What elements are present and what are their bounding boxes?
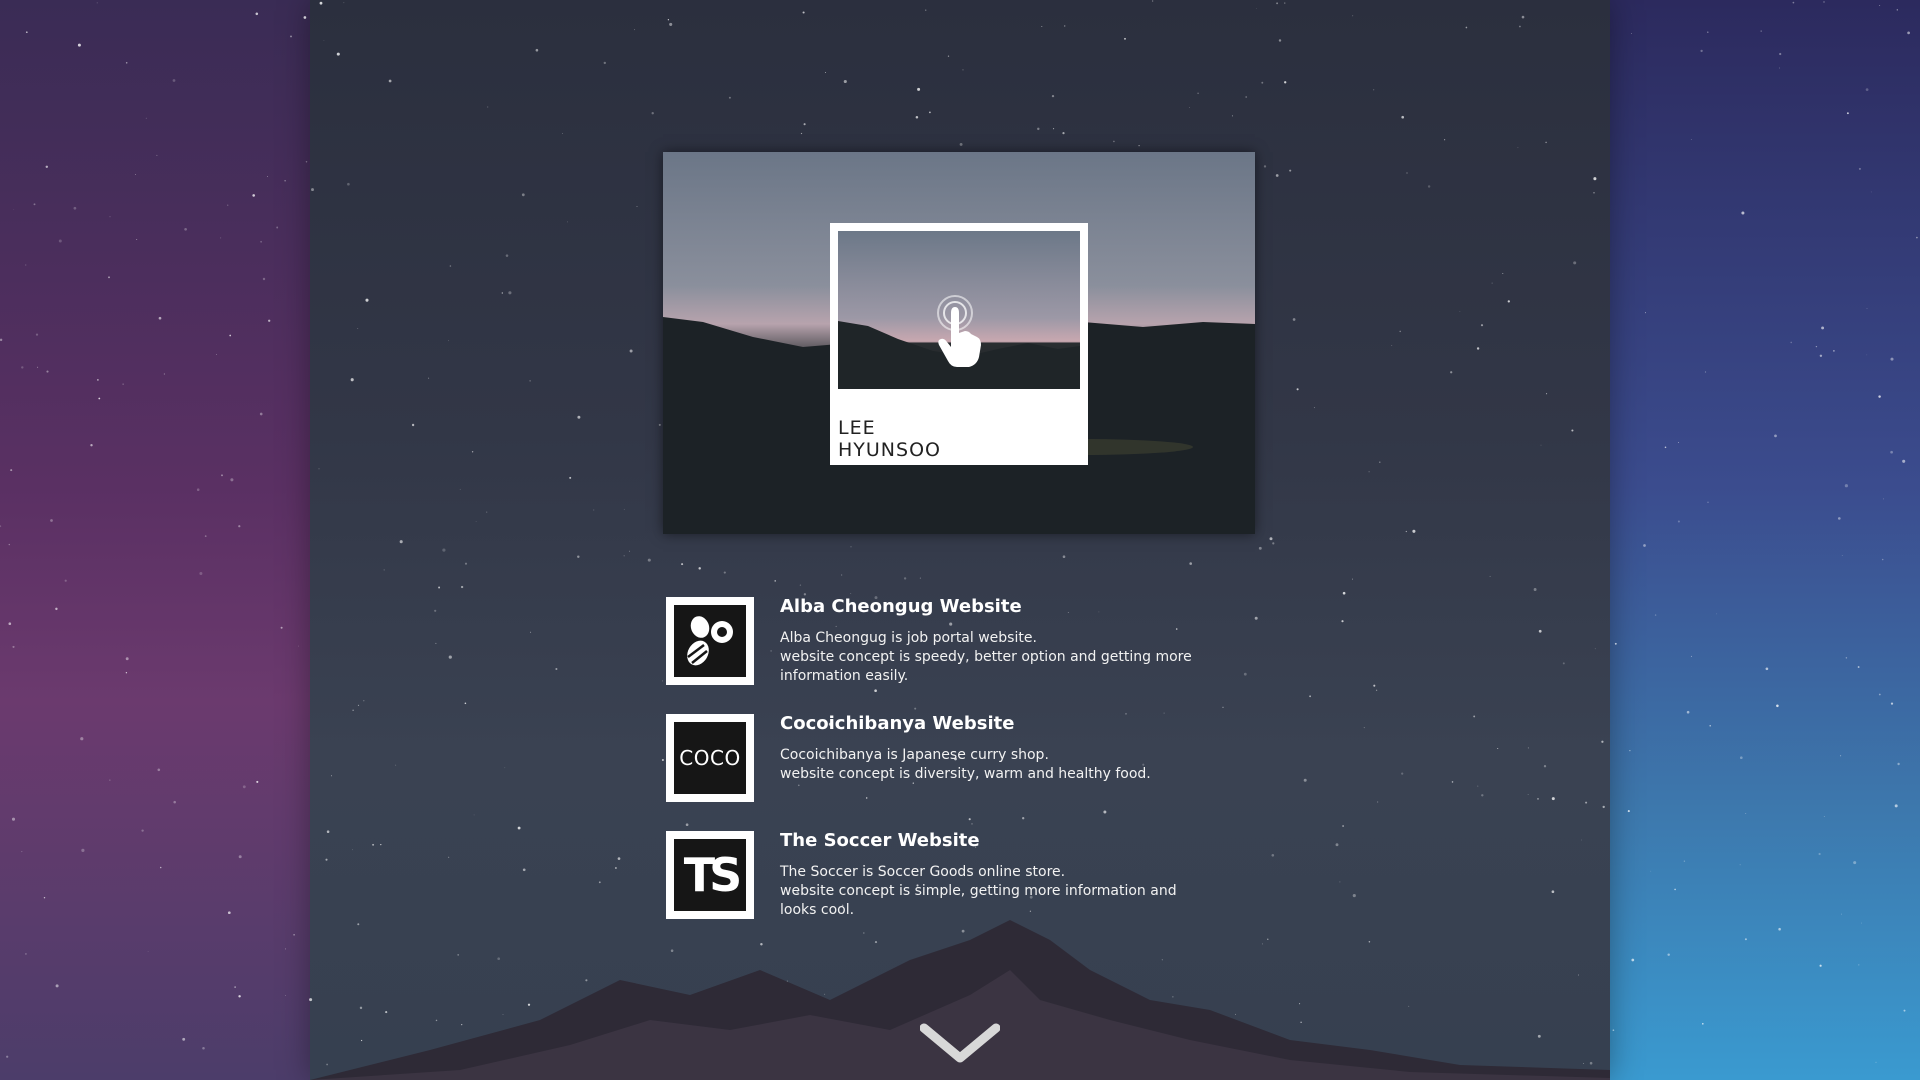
project-title[interactable]: The Soccer Website	[780, 829, 1200, 853]
project-desc-line: information easily.	[780, 668, 909, 684]
alba-logo-icon[interactable]	[666, 597, 754, 685]
profile-name: LEE HYUNSOO	[838, 417, 941, 461]
coco-logo-text: COCO	[679, 746, 741, 770]
project-desc-line: The Soccer is Soccer Goods online store.	[780, 864, 1066, 880]
ts-logo[interactable]: TS	[666, 831, 754, 919]
profile-name-line2: HYUNSOO	[838, 439, 941, 461]
project-desc-line: looks cool.	[780, 902, 855, 918]
tap-hand-icon	[937, 295, 981, 367]
project-description: The Soccer is Soccer Goods online store.…	[780, 863, 1200, 920]
page: LEE HYUNSOO Alba Cheongug Website Alba C…	[0, 0, 1920, 1080]
project-item[interactable]: Alba Cheongug Website Alba Cheongug is j…	[666, 595, 1226, 714]
project-text: Cocoichibanya Website Cocoichibanya is J…	[780, 712, 1200, 784]
profile-polaroid[interactable]: LEE HYUNSOO	[830, 223, 1088, 465]
project-desc-line: website concept is simple, getting more …	[780, 883, 1177, 899]
polaroid-photo	[838, 231, 1080, 389]
project-list: Alba Cheongug Website Alba Cheongug is j…	[666, 595, 1226, 948]
project-title[interactable]: Alba Cheongug Website	[780, 595, 1200, 619]
project-desc-line: Alba Cheongug is job portal website.	[780, 630, 1037, 646]
hero-banner: LEE HYUNSOO	[663, 152, 1255, 534]
starfield-left-panel	[0, 0, 310, 1080]
project-title[interactable]: Cocoichibanya Website	[780, 712, 1200, 736]
project-item[interactable]: TS The Soccer Website The Soccer is Socc…	[666, 829, 1226, 948]
project-desc-line: Cocoichibanya is Japanese curry shop.	[780, 747, 1049, 763]
project-text: The Soccer Website The Soccer is Soccer …	[780, 829, 1200, 920]
starfield-right-panel	[1610, 0, 1920, 1080]
project-desc-line: website concept is diversity, warm and h…	[780, 766, 1151, 782]
profile-name-line1: LEE	[838, 417, 876, 439]
project-text: Alba Cheongug Website Alba Cheongug is j…	[780, 595, 1200, 686]
project-description: Cocoichibanya is Japanese curry shop. we…	[780, 746, 1200, 784]
chevron-down-icon[interactable]	[920, 1022, 1000, 1066]
ts-logo-text: TS	[683, 848, 742, 902]
project-item[interactable]: COCO Cocoichibanya Website Cocoichibanya…	[666, 712, 1226, 831]
project-description: Alba Cheongug is job portal website. web…	[780, 629, 1200, 686]
project-desc-line: website concept is speedy, better option…	[780, 649, 1192, 665]
coco-logo[interactable]: COCO	[666, 714, 754, 802]
